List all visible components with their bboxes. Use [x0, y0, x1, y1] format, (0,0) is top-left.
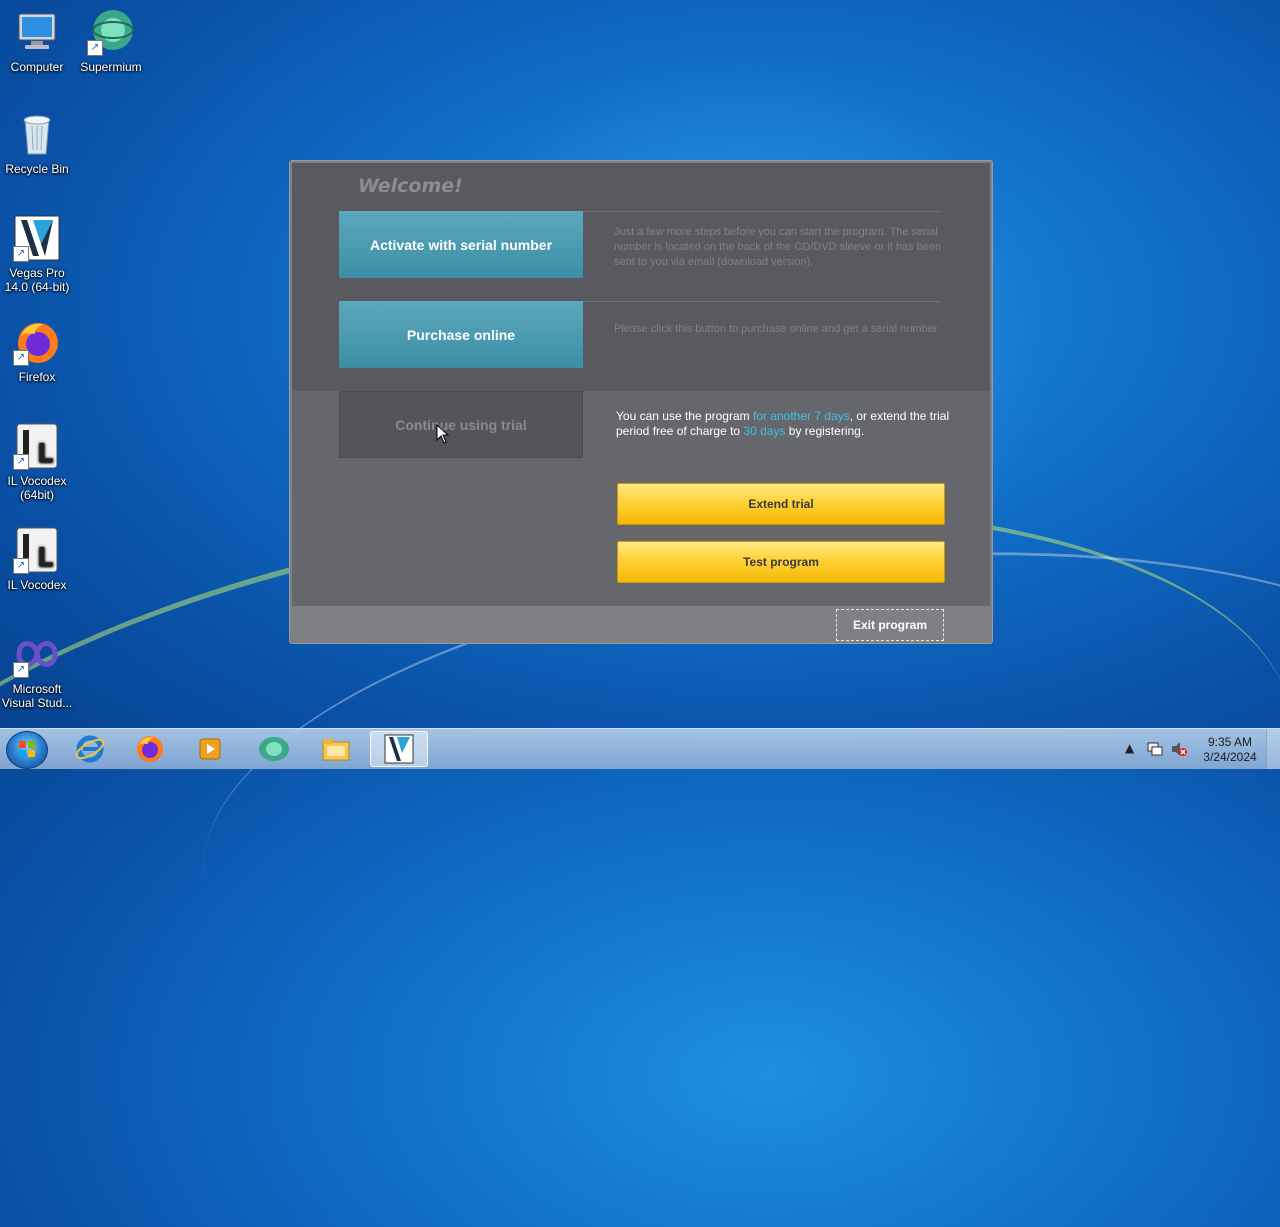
media-player-icon	[199, 738, 221, 760]
windows-logo-icon	[19, 741, 35, 757]
show-desktop-button[interactable]	[1266, 729, 1280, 769]
system-clock[interactable]: 9:35 AM 3/24/2024	[1196, 735, 1264, 765]
shortcut-arrow-icon: ↗	[13, 350, 29, 366]
il-vocodex-icon: L ↗	[13, 526, 61, 574]
shortcut-arrow-icon: ↗	[87, 40, 103, 56]
welcome-title: Welcome!	[358, 175, 463, 197]
dialog-trial-panel: Continue using trial You can use the pro…	[292, 391, 990, 606]
activate-serial-button[interactable]: Activate with serial number	[339, 211, 583, 278]
exit-program-button[interactable]: Exit program	[836, 609, 944, 641]
internet-explorer-icon	[75, 735, 105, 763]
divider	[583, 211, 940, 212]
supermium-icon: ↗	[87, 8, 135, 56]
desktop-icon-supermium[interactable]: ↗ Supermium	[74, 8, 148, 74]
test-program-button[interactable]: Test program	[617, 541, 945, 583]
desktop-icon-visual-studio[interactable]: ↗ Microsoft Visual Stud...	[0, 630, 74, 710]
desktop-icon-il-vocodex[interactable]: L ↗ IL Vocodex	[0, 526, 74, 592]
taskbar-media-player[interactable]	[184, 731, 236, 767]
taskbar-supermium[interactable]	[248, 731, 300, 767]
file-explorer-icon	[322, 739, 350, 761]
desktop-icon-il-vocodex-64[interactable]: L ↗ IL Vocodex (64bit)	[0, 422, 74, 502]
recycle-bin-icon	[13, 110, 61, 158]
taskbar-firefox[interactable]	[124, 731, 176, 767]
continue-trial-button[interactable]: Continue using trial	[339, 391, 583, 458]
firefox-icon	[137, 736, 163, 762]
extended-trial-days: 30 days	[743, 424, 786, 438]
mouse-cursor-icon	[436, 424, 450, 444]
svg-text:L: L	[37, 543, 54, 573]
desktop-icon-vegas-pro[interactable]: ↗ Vegas Pro 14.0 (64-bit)	[0, 214, 74, 294]
taskbar: ▲ 9:35 AM 3/24/2024	[0, 728, 1280, 769]
volume-muted-icon[interactable]	[1170, 740, 1188, 758]
svg-text:L: L	[37, 439, 54, 469]
shortcut-arrow-icon: ↗	[13, 246, 29, 262]
trial-description: You can use the program for another 7 da…	[616, 409, 950, 438]
taskbar-vegas-pro[interactable]	[370, 731, 428, 767]
il-vocodex-icon: L ↗	[13, 422, 61, 470]
desktop-icon-recycle-bin[interactable]: Recycle Bin	[0, 110, 74, 176]
visual-studio-icon: ↗	[13, 630, 61, 678]
trial-days-remaining: for another 7 days	[752, 409, 850, 423]
extend-trial-button[interactable]: Extend trial	[617, 483, 945, 525]
clock-time: 9:35 AM	[1207, 735, 1253, 749]
activate-description: Just a few more steps before you can sta…	[614, 226, 942, 268]
show-hidden-icons-button[interactable]: ▲	[1125, 741, 1134, 755]
start-button[interactable]	[6, 731, 48, 769]
shortcut-arrow-icon: ↗	[13, 662, 29, 678]
shortcut-arrow-icon: ↗	[13, 454, 29, 470]
taskbar-file-explorer[interactable]	[310, 731, 362, 767]
purchase-description: Please click this button to purchase onl…	[614, 323, 940, 335]
desktop-icon-firefox[interactable]: ↗ Firefox	[0, 318, 74, 384]
divider	[583, 301, 940, 302]
taskbar-internet-explorer[interactable]	[64, 731, 116, 767]
dialog-top-panel: Welcome! Activate with serial number Jus…	[292, 163, 990, 391]
firefox-icon: ↗	[13, 318, 61, 366]
shortcut-arrow-icon: ↗	[13, 558, 29, 574]
purchase-online-button[interactable]: Purchase online	[339, 301, 583, 368]
registration-dialog: Welcome! Activate with serial number Jus…	[289, 160, 993, 644]
vegas-pro-icon: ↗	[13, 214, 61, 262]
clock-date: 3/24/2024	[1203, 750, 1257, 764]
network-icon[interactable]	[1146, 740, 1164, 758]
computer-icon	[13, 8, 61, 56]
vegas-pro-icon	[384, 734, 414, 764]
supermium-icon	[259, 737, 289, 761]
desktop-icon-computer[interactable]: Computer	[0, 8, 74, 74]
